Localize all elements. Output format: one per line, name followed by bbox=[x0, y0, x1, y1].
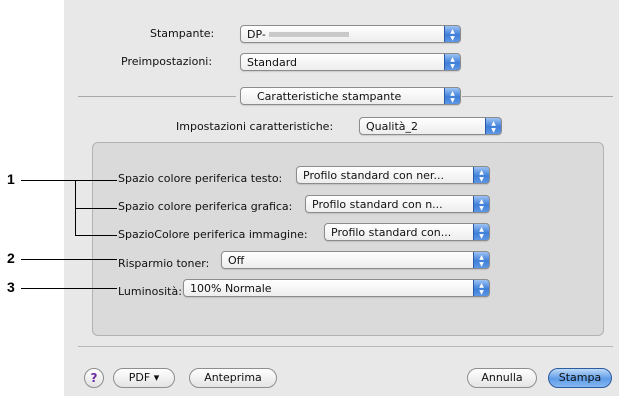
feature-set-label: Impostazioni caratteristiche: bbox=[176, 120, 334, 133]
callout-line bbox=[21, 259, 117, 260]
popup-arrows-icon: ▲ ▼ bbox=[473, 280, 489, 296]
popup-arrows-icon: ▲ ▼ bbox=[485, 118, 501, 134]
callout-line bbox=[75, 208, 117, 209]
text-colorspace-label: Spazio colore periferica testo: bbox=[118, 172, 283, 185]
presets-popup[interactable]: Standard ▲ ▼ bbox=[240, 53, 461, 71]
popup-arrows-icon: ▲ ▼ bbox=[444, 54, 460, 70]
toner-save-label: Risparmio toner: bbox=[118, 257, 210, 270]
image-colorspace-value: Profilo standard con... bbox=[331, 226, 452, 239]
callout-line bbox=[75, 235, 117, 236]
popup-arrows-icon: ▲ ▼ bbox=[473, 167, 489, 183]
graphics-colorspace-value: Profilo standard con n... bbox=[312, 198, 443, 211]
popup-arrows-icon: ▲ ▼ bbox=[473, 196, 489, 212]
popup-arrows-icon: ▲ ▼ bbox=[473, 252, 489, 268]
preview-button[interactable]: Anteprima bbox=[189, 368, 277, 388]
text-colorspace-value: Profilo standard con ner... bbox=[303, 169, 444, 182]
brightness-label: Luminosità: bbox=[118, 285, 182, 298]
bottom-separator bbox=[78, 346, 613, 347]
text-colorspace-popup[interactable]: Profilo standard con ner... ▲ ▼ bbox=[296, 166, 490, 184]
graphics-colorspace-popup[interactable]: Profilo standard con n... ▲ ▼ bbox=[305, 195, 490, 213]
brightness-popup[interactable]: 100% Normale ▲ ▼ bbox=[183, 279, 490, 297]
pdf-button[interactable]: PDF ▾ bbox=[113, 368, 175, 388]
presets-value: Standard bbox=[247, 56, 298, 69]
printer-label: Stampante: bbox=[150, 27, 215, 40]
print-button[interactable]: Stampa bbox=[548, 368, 612, 388]
popup-arrows-icon: ▲ ▼ bbox=[444, 88, 460, 104]
popup-arrows-icon: ▲ ▼ bbox=[444, 26, 460, 42]
callout-1: 1 bbox=[7, 171, 15, 187]
image-colorspace-popup[interactable]: Profilo standard con... ▲ ▼ bbox=[324, 223, 490, 241]
printer-name-redacted bbox=[269, 32, 349, 37]
section-popup[interactable]: Caratteristiche stampante ▲ ▼ bbox=[240, 87, 461, 105]
toner-save-popup[interactable]: Off ▲ ▼ bbox=[221, 251, 490, 269]
callout-line bbox=[21, 180, 117, 181]
callout-2: 2 bbox=[7, 250, 15, 266]
section-value: Caratteristiche stampante bbox=[257, 90, 402, 103]
cancel-button[interactable]: Annulla bbox=[467, 368, 537, 388]
callout-line bbox=[21, 288, 117, 289]
feature-set-value: Qualità_2 bbox=[366, 120, 419, 133]
popup-arrows-icon: ▲ ▼ bbox=[473, 224, 489, 240]
callout-3: 3 bbox=[7, 279, 15, 295]
image-colorspace-label: SpazioColore periferica immagine: bbox=[118, 228, 308, 241]
printer-popup[interactable]: DP- ▲ ▼ bbox=[240, 25, 461, 43]
toner-save-value: Off bbox=[228, 254, 245, 267]
printer-value: DP- bbox=[247, 28, 266, 41]
brightness-value: 100% Normale bbox=[190, 282, 272, 295]
graphics-colorspace-label: Spazio colore periferica grafica: bbox=[118, 200, 293, 213]
feature-set-popup[interactable]: Qualità_2 ▲ ▼ bbox=[359, 117, 502, 135]
presets-label: Preimpostazioni: bbox=[121, 55, 213, 68]
help-button[interactable]: ? bbox=[84, 368, 104, 388]
separator-rule bbox=[462, 96, 613, 97]
separator-rule bbox=[78, 96, 236, 97]
